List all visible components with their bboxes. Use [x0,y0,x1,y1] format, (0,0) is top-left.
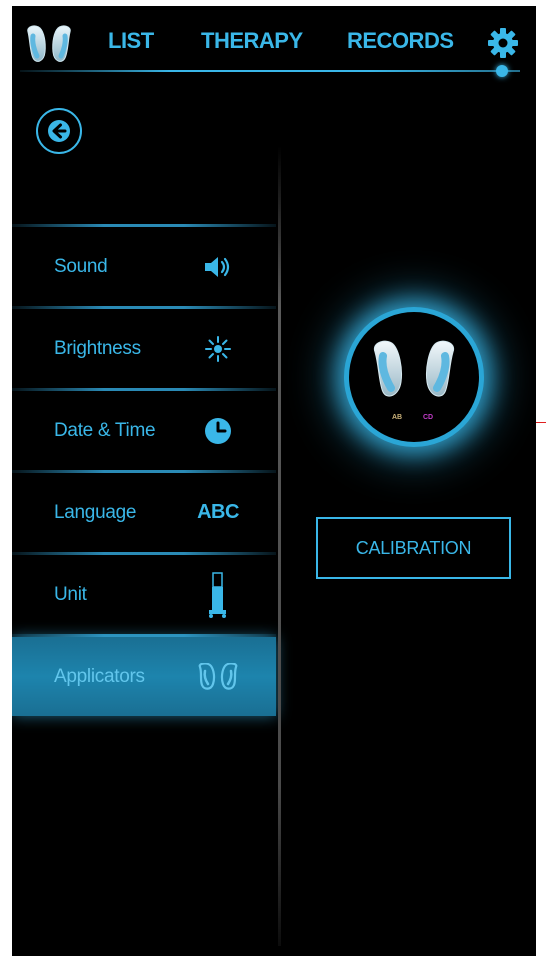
menu-item-date-time[interactable]: Date & Time [12,391,276,470]
top-navigation: LIST THERAPY RECORDS [12,6,536,78]
channel-cd-label: CD [423,414,434,421]
active-tab-indicator [496,65,508,77]
menu-item-applicators[interactable]: Applicators [12,637,276,716]
language-abc-icon: ABC [190,473,246,552]
speaker-icon [190,227,246,306]
menu-item-label: Date & Time [54,420,156,441]
applicator-status-disc: AB CD [349,312,479,442]
device-unit-icon [190,555,246,634]
nav-therapy[interactable]: THERAPY [201,28,303,54]
menu-item-brightness[interactable]: Brightness [12,309,276,388]
menu-item-label: Brightness [54,338,141,359]
menu-item-label: Unit [54,584,87,605]
nav-list[interactable]: LIST [108,28,154,54]
panel-separator [278,146,281,946]
nav-underline [20,70,520,72]
back-button[interactable] [36,108,82,154]
menu-item-language[interactable]: Language ABC [12,473,276,552]
calibration-button[interactable]: CALIBRATION [316,517,511,579]
clock-icon [190,391,246,470]
sun-icon [190,309,246,388]
menu-item-unit[interactable]: Unit [12,555,276,634]
gear-icon[interactable] [486,26,520,60]
menu-item-label: Sound [54,256,108,277]
settings-screen: LIST THERAPY RECORDS Sound Brightness Da… [12,6,536,956]
menu-item-label: Applicators [54,666,145,687]
settings-menu: Sound Brightness Date & Time Language AB… [12,224,276,716]
language-abc-text: ABC [197,501,239,523]
arrow-left-icon [48,120,70,142]
edge-marker [536,422,546,423]
menu-item-label: Language [54,502,137,523]
applicator-pair-icon [373,340,455,397]
applicator-pair-icon[interactable] [24,24,74,66]
applicators-icon [190,637,246,716]
nav-records[interactable]: RECORDS [347,28,454,54]
channel-ab-label: AB [392,414,403,421]
menu-item-sound[interactable]: Sound [12,227,276,306]
